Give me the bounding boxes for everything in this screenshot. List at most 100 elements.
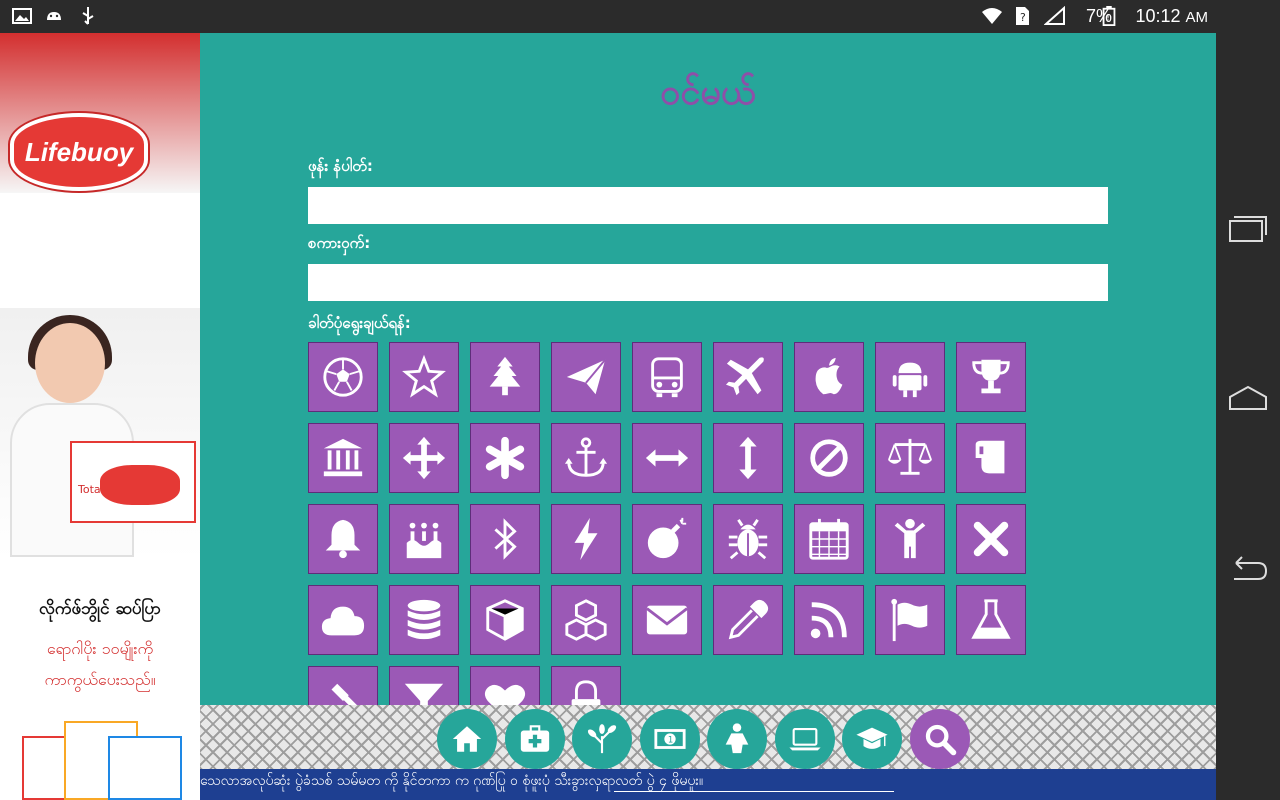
icon-option-apple[interactable] [794,342,864,412]
page-title: ဝင်မယ် [660,72,756,113]
password-label: စကားဝှက်: [308,234,371,252]
icon-option-star[interactable] [389,342,459,412]
ad-product-packs [22,721,182,800]
icon-option-paper-plane[interactable] [551,342,621,412]
star-icon [402,354,446,398]
graduation-cap-icon [856,727,888,749]
icon-option-mug[interactable] [956,423,1026,493]
usb-icon [82,7,94,25]
apple-icon [815,357,843,395]
bottom-nav-leaf[interactable] [572,709,632,769]
android-icon [892,362,928,398]
icon-option-calendar[interactable] [794,504,864,574]
icon-option-android[interactable] [875,342,945,412]
bottom-nav-female[interactable] [707,709,767,769]
icon-option-balance-scale[interactable] [875,423,945,493]
cloud-icon [321,606,365,636]
move-arrows-icon [402,436,446,480]
horizontal-arrows-icon [645,449,689,467]
ad-headline: လိုက်ဖ်ဘွိုင် ဆပ်ပြာ [38,599,162,619]
icon-option-anchor[interactable] [551,423,621,493]
icon-option-cloud[interactable] [308,585,378,655]
icon-option-flask[interactable] [956,585,1026,655]
icon-option-bluetooth[interactable] [470,504,540,574]
bell-icon [325,519,361,559]
icon-option-close[interactable] [956,504,1026,574]
advertisement-banner[interactable]: Lifebuoy Total 10 လိုက်ဖ်ဘွိုင် ဆပ်ပြာ ရ… [0,33,200,800]
icon-option-bank[interactable] [308,423,378,493]
icon-option-plane[interactable] [713,342,783,412]
password-input[interactable] [308,264,1108,301]
icon-option-bus[interactable] [632,342,702,412]
icon-option-lock[interactable] [551,666,621,705]
icon-option-cubes[interactable] [551,585,621,655]
home-system-icon[interactable] [1228,383,1268,413]
cube-icon [486,599,524,641]
icon-option-horizontal-arrows[interactable] [632,423,702,493]
svg-text:?: ? [1020,11,1026,24]
icon-option-envelope[interactable] [632,585,702,655]
icon-option-cube[interactable] [470,585,540,655]
recent-apps-icon[interactable] [1228,213,1268,243]
gallery-icon [12,8,32,24]
icon-option-heart[interactable] [470,666,540,705]
icon-option-child[interactable] [875,504,945,574]
icon-option-bell[interactable] [308,504,378,574]
no-sim-icon: ? [1016,7,1029,25]
icon-option-trophy[interactable] [956,342,1026,412]
ad-person-face [35,323,105,403]
bottom-nav-medical-kit[interactable] [504,709,565,769]
bottom-nav-home[interactable] [437,709,497,769]
bottom-nav-search[interactable] [909,709,970,769]
cubes-icon [565,599,607,641]
icon-option-asterisk[interactable] [470,423,540,493]
icon-option-filter[interactable] [389,666,459,705]
mug-icon [975,440,1005,474]
bus-icon [651,357,683,398]
back-icon[interactable] [1228,553,1268,583]
icon-option-soccer-ball[interactable] [308,342,378,412]
calendar-icon [809,518,849,560]
paper-plane-icon [566,359,606,395]
tree-icon [489,356,521,396]
icon-option-flag[interactable] [875,585,945,655]
icon-option-bolt[interactable] [551,504,621,574]
icon-option-birthday-cake[interactable] [389,504,459,574]
eyedropper-icon [728,599,769,640]
icon-option-gavel[interactable] [308,666,378,705]
female-icon [725,723,749,754]
bottom-nav-laptop[interactable] [774,709,835,769]
lock-icon [571,680,601,705]
bomb-icon [647,517,687,559]
android-status-icon [47,12,61,20]
flask-icon [971,599,1011,639]
bottom-nav-graduation-cap[interactable] [842,709,902,769]
ban-icon [810,439,848,477]
ad-soap [100,465,180,505]
money-icon: 1 [653,729,686,749]
trophy-icon [972,359,1010,394]
medical-kit-icon [520,725,549,752]
bottom-nav-money[interactable]: 1 [639,709,700,769]
bug-icon [728,519,768,560]
news-ticker[interactable]: သေလာအလုပ်ဆုံး ပွဲခံသစ် သမ်မတ ကို နိုင်တက… [200,769,1216,800]
soccer-ball-icon [323,357,363,397]
child-icon [894,518,926,559]
icon-option-tree[interactable] [470,342,540,412]
ticker-text: သေလာအလုပ်ဆုံး ပွဲခံသစ် သမ်မတ ကို နိုင်တက… [200,773,704,789]
icon-option-vertical-arrows[interactable] [713,423,783,493]
icon-option-database[interactable] [389,585,459,655]
brand-logo: Lifebuoy [10,113,148,191]
icon-option-bomb[interactable] [632,504,702,574]
icon-picker-grid [308,342,1028,705]
plane-icon [725,357,766,396]
phone-input[interactable] [308,187,1108,224]
heart-icon [484,684,526,705]
signal-icon [1044,6,1065,25]
leaf-icon [587,724,617,754]
icon-option-ban[interactable] [794,423,864,493]
icon-option-rss[interactable] [794,585,864,655]
icon-option-eyedropper[interactable] [713,585,783,655]
icon-option-move-arrows[interactable] [389,423,459,493]
icon-option-bug[interactable] [713,504,783,574]
